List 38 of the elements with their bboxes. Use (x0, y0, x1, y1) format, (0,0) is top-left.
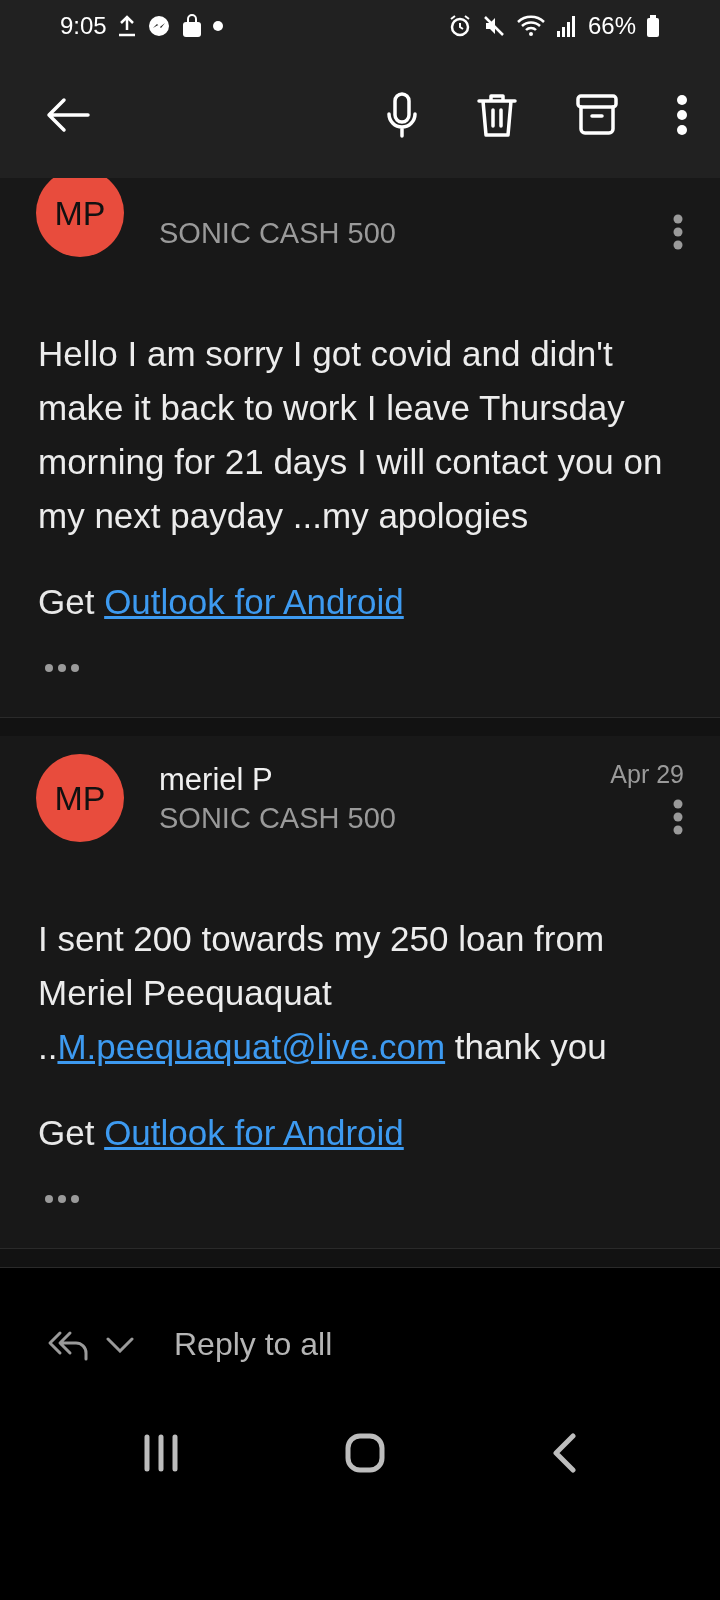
trash-icon (476, 92, 518, 138)
message-options-button[interactable] (672, 799, 684, 835)
subject-line: SONIC CASH 500 (159, 802, 397, 835)
avatar: MP (36, 178, 124, 257)
back-arrow-icon (46, 97, 90, 133)
message-date: Apr 29 (610, 760, 684, 789)
archive-box-icon (576, 94, 618, 136)
recent-apps-icon (143, 1434, 179, 1472)
sender-name: meriel P (159, 762, 274, 798)
wifi-icon (515, 14, 546, 38)
avatar: MP (36, 754, 124, 842)
more-vertical-icon (672, 214, 684, 250)
back-chevron-icon (551, 1433, 577, 1473)
chevron-down-icon (106, 1336, 134, 1353)
battery-icon (646, 14, 660, 38)
message-options-button[interactable] (672, 214, 684, 250)
signature-text: Get (38, 1112, 96, 1154)
message-body: Hello I am sorry I got covid and didn't make it back to work I leave Thursday morning for 21 days I will contact you on my next payday ...my apologies (37, 333, 664, 537)
signature-text: Get (38, 581, 96, 623)
microphone-icon (386, 92, 418, 138)
email-link[interactable]: M.peequaquat@live.com (57, 1027, 446, 1066)
ellipsis-icon (44, 1194, 80, 1204)
status-time: 9:05 (60, 12, 107, 40)
chat-bubble-icon (146, 14, 171, 38)
dot-icon (212, 21, 223, 31)
battery-percent: 66% (587, 12, 636, 40)
message-body: I sent 200 towards my 250 loan from Meriel Peequaquat ..M.peequaquat@live.com thank you (37, 918, 608, 1068)
more-vertical-icon (672, 799, 684, 835)
outlook-link[interactable]: Outlook for Android (104, 1106, 404, 1160)
signal-icon (555, 14, 578, 38)
mute-icon (481, 14, 506, 38)
ellipsis-icon (44, 663, 80, 673)
subject-line: SONIC CASH 500 (159, 217, 397, 250)
upload-icon (116, 14, 137, 38)
more-vertical-icon (676, 95, 688, 135)
outlook-link[interactable]: Outlook for Android (104, 575, 404, 629)
reply-all-button[interactable]: Reply to all (174, 1326, 333, 1363)
home-icon (345, 1433, 385, 1473)
